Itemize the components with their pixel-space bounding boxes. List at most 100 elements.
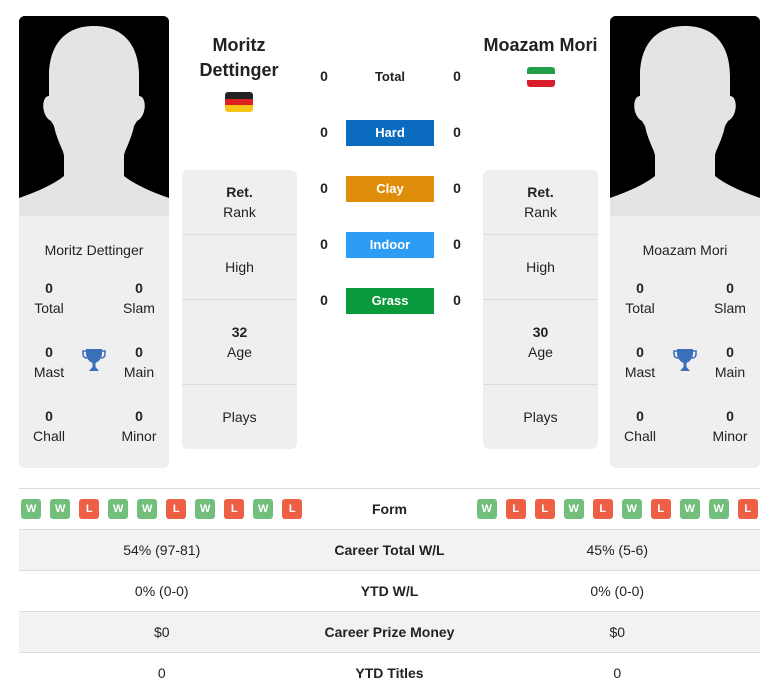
player2-grass-wins: 0 — [453, 292, 461, 308]
player2-name: Moazam Mori — [642, 242, 728, 258]
player1-hard-wins: 0 — [320, 124, 328, 140]
surface-clay-badge[interactable]: Clay — [346, 176, 434, 202]
form-label: Form — [304, 488, 475, 530]
rank-value: Ret. — [527, 184, 554, 200]
player1-info: Ret. Rank High 32 Age Plays — [182, 170, 297, 449]
form-loss-badge[interactable]: L — [650, 499, 671, 519]
player1-name: Moritz Dettinger — [44, 242, 144, 258]
player1-title[interactable]: Moritz Dettinger — [175, 33, 303, 83]
player1-mast: 0 Mast — [19, 342, 79, 382]
form-win-badge[interactable]: W — [137, 499, 158, 519]
prize-label: Career Prize Money — [304, 611, 475, 653]
high-label: High — [225, 259, 254, 275]
avatar-silhouette-icon — [610, 16, 760, 216]
player1-title-line2[interactable]: Dettinger — [175, 58, 303, 83]
player2-minor: 0 Minor — [700, 406, 760, 446]
player2-slam: 0 Slam — [700, 278, 760, 318]
form-win-badge[interactable]: W — [21, 499, 42, 519]
form-win-badge[interactable]: W — [476, 499, 497, 519]
ytd-titles-label: YTD Titles — [304, 652, 475, 693]
label: Minor — [712, 428, 748, 444]
player1-clay-wins: 0 — [320, 180, 328, 196]
ytd-wl-label: YTD W/L — [304, 570, 475, 612]
value: 0 — [726, 408, 734, 424]
player2-age: 30 Age — [483, 300, 598, 385]
surface-hard-badge[interactable]: Hard — [346, 120, 434, 146]
label: Mast — [33, 364, 65, 380]
form-loss-badge[interactable]: L — [737, 499, 758, 519]
form-win-badge[interactable]: W — [253, 499, 274, 519]
value: 0 — [135, 408, 143, 424]
player1-title-line1[interactable]: Moritz — [175, 33, 303, 58]
surface-row-total: 0 Total 0 — [310, 64, 470, 90]
form-loss-badge[interactable]: L — [282, 499, 303, 519]
player1-indoor-wins: 0 — [320, 236, 328, 252]
rank-label: Rank — [524, 204, 557, 220]
player2-title-line1[interactable]: Moazam Mori — [478, 33, 603, 58]
player2-career-wl: 45% (5-6) — [474, 529, 760, 571]
form-loss-badge[interactable]: L — [224, 499, 245, 519]
form-loss-badge[interactable]: L — [592, 499, 613, 519]
label: Total — [34, 300, 64, 316]
player1-rank: Ret. Rank — [182, 170, 297, 235]
h2h-page: Moritz Dettinger 0 Total 0 Slam 0 Mast 0 Mai… — [0, 0, 779, 699]
form-win-badge[interactable]: W — [195, 499, 216, 519]
row-ytd-wl: 0% (0-0) YTD W/L 0% (0-0) — [19, 570, 760, 612]
form-win-badge[interactable]: W — [708, 499, 729, 519]
player2-total-wins: 0 — [453, 68, 461, 84]
form-win-badge[interactable]: W — [621, 499, 642, 519]
label: Total — [625, 300, 655, 316]
player2-info: Ret. Rank High 30 Age Plays — [483, 170, 598, 449]
value: 0 — [135, 344, 143, 360]
surface-grass-badge[interactable]: Grass — [346, 288, 434, 314]
player1-total-wins: 0 — [320, 68, 328, 84]
form-loss-badge[interactable]: L — [166, 499, 187, 519]
player1-slam: 0 Slam — [109, 278, 169, 318]
form-loss-badge[interactable]: L — [505, 499, 526, 519]
player1-main: 0 Main — [109, 342, 169, 382]
rank-label: Rank — [223, 204, 256, 220]
value: 0 — [636, 280, 644, 296]
value: 0 — [45, 408, 53, 424]
label: Main — [714, 364, 746, 380]
form-win-badge[interactable]: W — [50, 499, 71, 519]
player2-high: High — [483, 235, 598, 300]
form-loss-badge[interactable]: L — [534, 499, 555, 519]
player2-title[interactable]: Moazam Mori — [478, 33, 603, 58]
career-wl-label: Career Total W/L — [304, 529, 475, 571]
player1-card: Moritz Dettinger 0 Total 0 Slam 0 Mast 0 Mai… — [19, 16, 169, 468]
iran-flag-icon — [527, 67, 555, 87]
label: Chall — [33, 428, 65, 444]
trophy-icon — [82, 347, 106, 378]
age-label: Age — [227, 344, 252, 360]
form-loss-badge[interactable]: L — [79, 499, 100, 519]
trophy-icon — [673, 347, 697, 378]
player2-clay-wins: 0 — [453, 180, 461, 196]
label: Mast — [624, 364, 656, 380]
value: 0 — [45, 280, 53, 296]
player1-grass-wins: 0 — [320, 292, 328, 308]
row-prize: $0 Career Prize Money $0 — [19, 611, 760, 653]
player1-age: 32 Age — [182, 300, 297, 385]
value: 0 — [726, 344, 734, 360]
surface-row-clay: 0 Clay 0 — [310, 176, 470, 202]
surface-indoor-badge[interactable]: Indoor — [346, 232, 434, 258]
form-win-badge[interactable]: W — [563, 499, 584, 519]
player2-main: 0 Main — [700, 342, 760, 382]
plays-label: Plays — [222, 409, 257, 425]
player2-card: Moazam Mori 0 Total 0 Slam 0 Mast 0 Main 0 Ch… — [610, 16, 760, 468]
label: Main — [123, 364, 155, 380]
surface-row-grass: 0 Grass 0 — [310, 288, 470, 314]
form-win-badge[interactable]: W — [108, 499, 129, 519]
value: 0 — [636, 408, 644, 424]
form-win-badge[interactable]: W — [679, 499, 700, 519]
player1-high: High — [182, 235, 297, 300]
row-form: WWLWWLWLWL Form WLLWLWLWWL — [19, 488, 760, 530]
player1-chall: 0 Chall — [19, 406, 79, 446]
player2-plays: Plays — [483, 385, 598, 449]
player2-prize: $0 — [474, 611, 760, 653]
value: 0 — [135, 280, 143, 296]
surface-total-label: Total — [374, 69, 406, 84]
age-value: 30 — [532, 324, 549, 340]
player2-indoor-wins: 0 — [453, 236, 461, 252]
